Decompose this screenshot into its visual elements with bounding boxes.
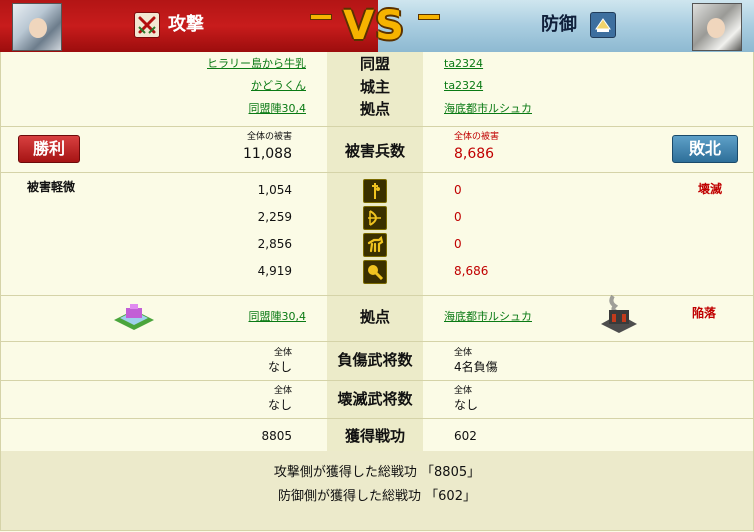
attacker-damage-caption: 全体の被害 xyxy=(246,132,292,142)
crossed-swords-icon xyxy=(134,12,160,38)
attacker-base-link-2[interactable]: 同盟陣30,4 xyxy=(249,308,307,326)
attacker-merit: 8805 xyxy=(261,429,292,443)
defender-merit-summary: 防御側が獲得した総戦功 「602」 xyxy=(278,489,476,504)
casualties-label: 被害兵数 xyxy=(344,142,405,160)
wounded-defender-value: 4名負傷 xyxy=(454,360,498,374)
merit-summary: 攻撃側が獲得した総戦功 「8805」 防御側が獲得した総戦功 「602」 xyxy=(1,451,753,530)
defender-archer-loss: 0 xyxy=(454,210,462,224)
defender-title: 防御 xyxy=(541,14,577,35)
vs-text: VS xyxy=(343,3,405,49)
defender-base-link-2[interactable]: 海底都市ルシュカ xyxy=(444,308,532,326)
defender-spearman-loss: 0 xyxy=(454,183,462,197)
battle-header: 攻撃 VS 防御 xyxy=(0,0,754,52)
fallen-fortress-image xyxy=(599,292,639,334)
base-label-2: 拠点 xyxy=(359,308,390,326)
siege-icon xyxy=(363,260,387,284)
defender-siege-loss: 8,686 xyxy=(454,264,489,278)
attacker-alliance-link[interactable]: ヒラリー島から牛乳 xyxy=(207,55,306,73)
battle-report-table: ヒラリー島から牛乳 同盟 ta2324 かどうくん 城主 ta2324 同盟陣3… xyxy=(0,52,754,531)
merit-label: 獲得戦功 xyxy=(344,427,405,445)
attacker-archer-loss: 2,259 xyxy=(257,210,292,224)
attacker-merit-summary: 攻撃側が獲得した総戦功 「8805」 xyxy=(273,465,481,480)
defender-portrait xyxy=(692,3,742,51)
attacker-lord-link[interactable]: かどうくん xyxy=(251,77,306,95)
attacker-title: 攻撃 xyxy=(168,14,204,35)
spearman-icon xyxy=(363,179,387,203)
defender-base-link[interactable]: 海底都市ルシュカ xyxy=(444,100,532,118)
defeat-badge: 敗北 xyxy=(672,135,738,163)
defender-cavalry-loss: 0 xyxy=(454,237,462,251)
destroyed-defender-value: なし xyxy=(454,398,479,412)
attacker-camp-image xyxy=(112,302,156,332)
defender-damage-total: 8,686 xyxy=(454,146,495,162)
defender-base-status: 陥落 xyxy=(691,306,716,320)
victory-badge: 勝利 xyxy=(18,135,80,163)
cavalry-icon xyxy=(363,233,387,257)
archer-icon xyxy=(363,206,387,230)
attacker-spearman-loss: 1,054 xyxy=(257,183,292,197)
attacker-status: 被害軽微 xyxy=(27,180,76,194)
wounded-generals-label: 負傷武将数 xyxy=(337,351,413,369)
destroyed-attacker-value: なし xyxy=(267,398,292,412)
attacker-damage-total: 11,088 xyxy=(243,146,292,162)
destroyed-generals-label: 壊滅武将数 xyxy=(337,390,413,408)
vs-badge: VS xyxy=(310,2,440,50)
wounded-attacker-value: なし xyxy=(267,360,292,374)
castle-shield-icon xyxy=(590,12,616,38)
defender-damage-caption: 全体の被害 xyxy=(454,132,500,142)
base-label: 拠点 xyxy=(359,100,390,118)
defender-status: 壊滅 xyxy=(697,182,722,196)
lord-label: 城主 xyxy=(359,78,390,96)
attacker-cavalry-loss: 2,856 xyxy=(257,237,292,251)
attacker-siege-loss: 4,919 xyxy=(257,264,292,278)
defender-alliance-link[interactable]: ta2324 xyxy=(444,55,483,73)
attacker-base-link[interactable]: 同盟陣30,4 xyxy=(249,100,307,118)
alliance-label: 同盟 xyxy=(359,55,390,73)
defender-lord-link[interactable]: ta2324 xyxy=(444,77,483,95)
defender-merit: 602 xyxy=(454,429,477,443)
attacker-portrait xyxy=(12,3,62,51)
